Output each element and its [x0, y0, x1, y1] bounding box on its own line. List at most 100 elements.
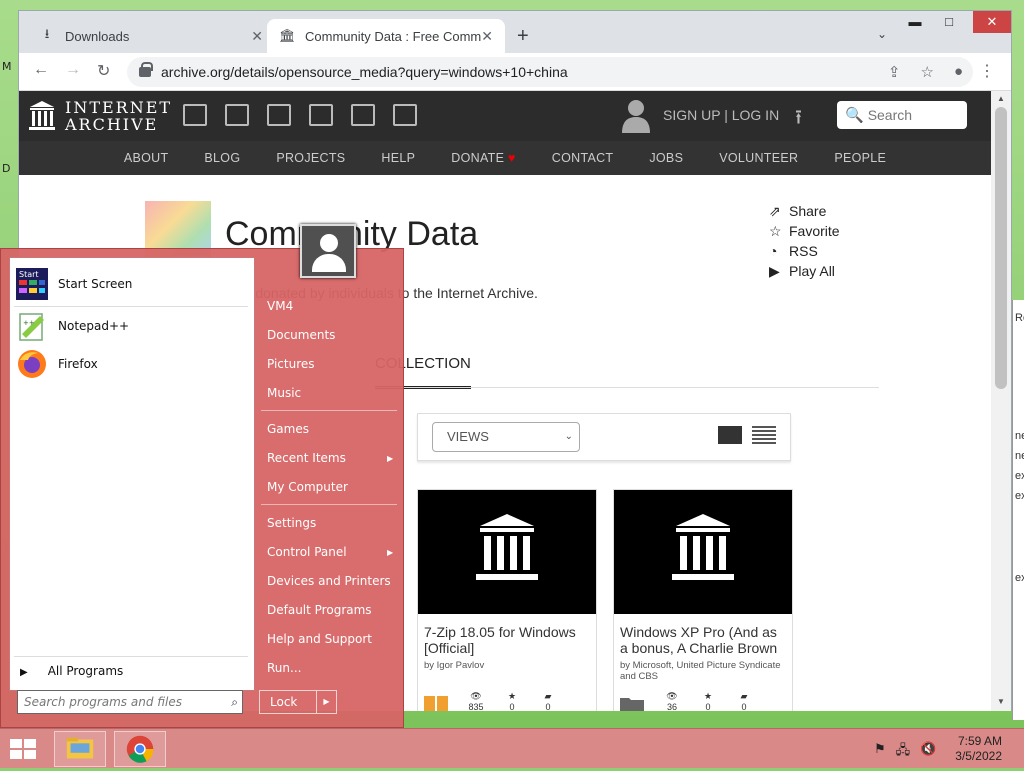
scroll-up-icon[interactable]: ▲: [997, 94, 1005, 103]
favorite-action[interactable]: ☆ Favorite: [769, 221, 840, 241]
nav-jobs[interactable]: JOBS: [631, 141, 701, 175]
item-card[interactable]: Windows XP Pro (And as a bonus, A Charli…: [613, 489, 793, 711]
volume-muted-icon[interactable]: 🔇: [920, 741, 936, 763]
maximize-icon[interactable]: □: [933, 11, 965, 33]
start-item-music[interactable]: Music: [267, 386, 301, 400]
all-programs-button[interactable]: ▶ All Programs: [20, 664, 123, 678]
start-item-my-computer[interactable]: My Computer: [267, 480, 348, 494]
network-icon[interactable]: 🖧: [896, 741, 911, 763]
notepadpp-icon: ++: [19, 313, 44, 341]
chevron-right-icon[interactable]: ▶: [316, 691, 336, 713]
notepadpp-item[interactable]: ++ Notepad++: [16, 308, 129, 344]
texts-icon[interactable]: [225, 104, 249, 126]
images-icon[interactable]: [393, 104, 417, 126]
audio-icon[interactable]: [309, 104, 333, 126]
page-scrollbar[interactable]: ▲ ▼: [991, 91, 1011, 711]
favorites-stat: ★ 0: [690, 691, 726, 711]
windows-start-icon[interactable]: [8, 737, 38, 761]
signup-login-link[interactable]: SIGN UP | LOG IN: [663, 107, 779, 123]
nav-volunteer[interactable]: VOLUNTEER: [701, 141, 816, 175]
play-all-action[interactable]: ▶ Play All: [769, 261, 840, 281]
folder-icon: [620, 698, 644, 711]
menu-icon[interactable]: ⋮: [979, 61, 995, 81]
bookmark-star-icon[interactable]: ☆: [920, 63, 933, 81]
item-thumbnail: [418, 490, 596, 614]
minimize-icon[interactable]: ▬: [899, 11, 931, 33]
views-bar: VIEWS ⌄: [417, 413, 791, 461]
start-item-vm4[interactable]: VM4: [267, 299, 293, 313]
item-title[interactable]: Windows XP Pro (And as a bonus, A Charli…: [614, 614, 792, 656]
new-tab-icon[interactable]: +: [517, 25, 529, 48]
scroll-down-icon[interactable]: ▼: [997, 697, 1005, 706]
favorites-count: 0: [705, 702, 711, 711]
tab-downloads[interactable]: ⭳ Downloads ✕: [27, 19, 275, 53]
background-window-edge: Ro ne ne ex ex ex: [1012, 300, 1024, 720]
start-item-pictures[interactable]: Pictures: [267, 357, 315, 371]
search-icon: ⌕: [231, 695, 238, 709]
desktop-edge-glyph: M: [2, 60, 12, 73]
start-screen-item[interactable]: Start Start Screen: [16, 266, 132, 302]
ia-search-input[interactable]: 🔍 Search: [837, 101, 967, 129]
action-center-flag-icon[interactable]: ⚑: [874, 741, 886, 763]
tab-label: Community Data : Free Commun: [305, 28, 482, 44]
profile-icon[interactable]: ●: [954, 63, 963, 81]
start-item-games[interactable]: Games: [267, 422, 309, 436]
separator: [14, 306, 248, 307]
close-window-icon[interactable]: ✕: [973, 11, 1011, 33]
chrome-taskbar-button[interactable]: [114, 731, 166, 767]
user-icon[interactable]: [621, 99, 651, 133]
scrollbar-thumb[interactable]: [995, 107, 1007, 389]
nav-projects[interactable]: PROJECTS: [258, 141, 363, 175]
nav-help[interactable]: HELP: [363, 141, 433, 175]
upload-icon[interactable]: ⭱: [795, 103, 802, 137]
web-icon[interactable]: [183, 104, 207, 126]
nav-donate[interactable]: DONATE ♥: [433, 141, 533, 175]
start-item-documents[interactable]: Documents: [267, 328, 335, 342]
item-card[interactable]: 7-Zip 18.05 for Windows [Official] by Ig…: [417, 489, 597, 711]
start-item-settings[interactable]: Settings: [267, 516, 316, 530]
start-search-placeholder: Search programs and files: [24, 695, 182, 709]
grid-view-icon[interactable]: [718, 426, 742, 444]
file-explorer-taskbar-button[interactable]: [54, 731, 106, 767]
nav-people[interactable]: PEOPLE: [816, 141, 904, 175]
close-tab-icon[interactable]: ✕: [481, 28, 493, 45]
reload-icon[interactable]: ↻: [97, 61, 110, 81]
start-search-input[interactable]: Search programs and files ⌕: [17, 690, 243, 714]
notepadpp-label: Notepad++: [58, 319, 130, 333]
share-icon: ⇗: [769, 203, 781, 219]
close-tab-icon[interactable]: ✕: [251, 28, 263, 45]
nav-contact[interactable]: CONTACT: [534, 141, 632, 175]
rss-action[interactable]: ◔ RSS: [769, 241, 840, 261]
comment-icon: ▰: [740, 691, 748, 701]
back-icon[interactable]: ←: [33, 61, 49, 79]
forward-icon[interactable]: →: [65, 61, 81, 79]
start-item-run[interactable]: Run...: [267, 661, 301, 675]
nav-blog[interactable]: BLOG: [186, 141, 258, 175]
list-view-icon[interactable]: [752, 426, 776, 444]
media-type-icons: [183, 104, 417, 126]
lock-button[interactable]: Lock ▶: [259, 690, 337, 714]
video-icon[interactable]: [267, 104, 291, 126]
start-item-recent-items[interactable]: Recent Items ▶: [267, 451, 393, 465]
item-title[interactable]: 7-Zip 18.05 for Windows [Official]: [418, 614, 596, 656]
ia-nav: ABOUT BLOG PROJECTS HELP DONATE ♥ CONTAC…: [19, 141, 991, 175]
start-item-control-panel[interactable]: Control Panel ▶: [267, 545, 393, 559]
tab-community-data[interactable]: 🏛 Community Data : Free Commun ✕: [267, 19, 505, 53]
nav-about[interactable]: ABOUT: [106, 141, 187, 175]
tab-search-icon[interactable]: ⌄: [877, 27, 887, 41]
clock[interactable]: 7:59 AM 3/5/2022: [950, 734, 1002, 764]
start-item-help-support[interactable]: Help and Support: [267, 632, 372, 646]
share-action[interactable]: ⇗ Share: [769, 201, 840, 221]
address-bar[interactable]: archive.org/details/opensource_media?que…: [127, 57, 973, 87]
start-item-devices-printers[interactable]: Devices and Printers: [267, 574, 391, 588]
views-sort-select[interactable]: VIEWS ⌄: [432, 422, 580, 452]
logo-line1: INTERNET: [65, 98, 173, 117]
start-item-default-programs[interactable]: Default Programs: [267, 603, 372, 617]
share-icon[interactable]: ⇪: [888, 63, 901, 81]
software-icon[interactable]: [351, 104, 375, 126]
divider: [375, 387, 879, 388]
views-stat: 👁 36: [654, 691, 690, 711]
views-stat: 👁 835: [458, 691, 494, 711]
firefox-item[interactable]: Firefox: [16, 346, 98, 382]
ia-logo[interactable]: INTERNET ARCHIVE: [29, 99, 172, 133]
